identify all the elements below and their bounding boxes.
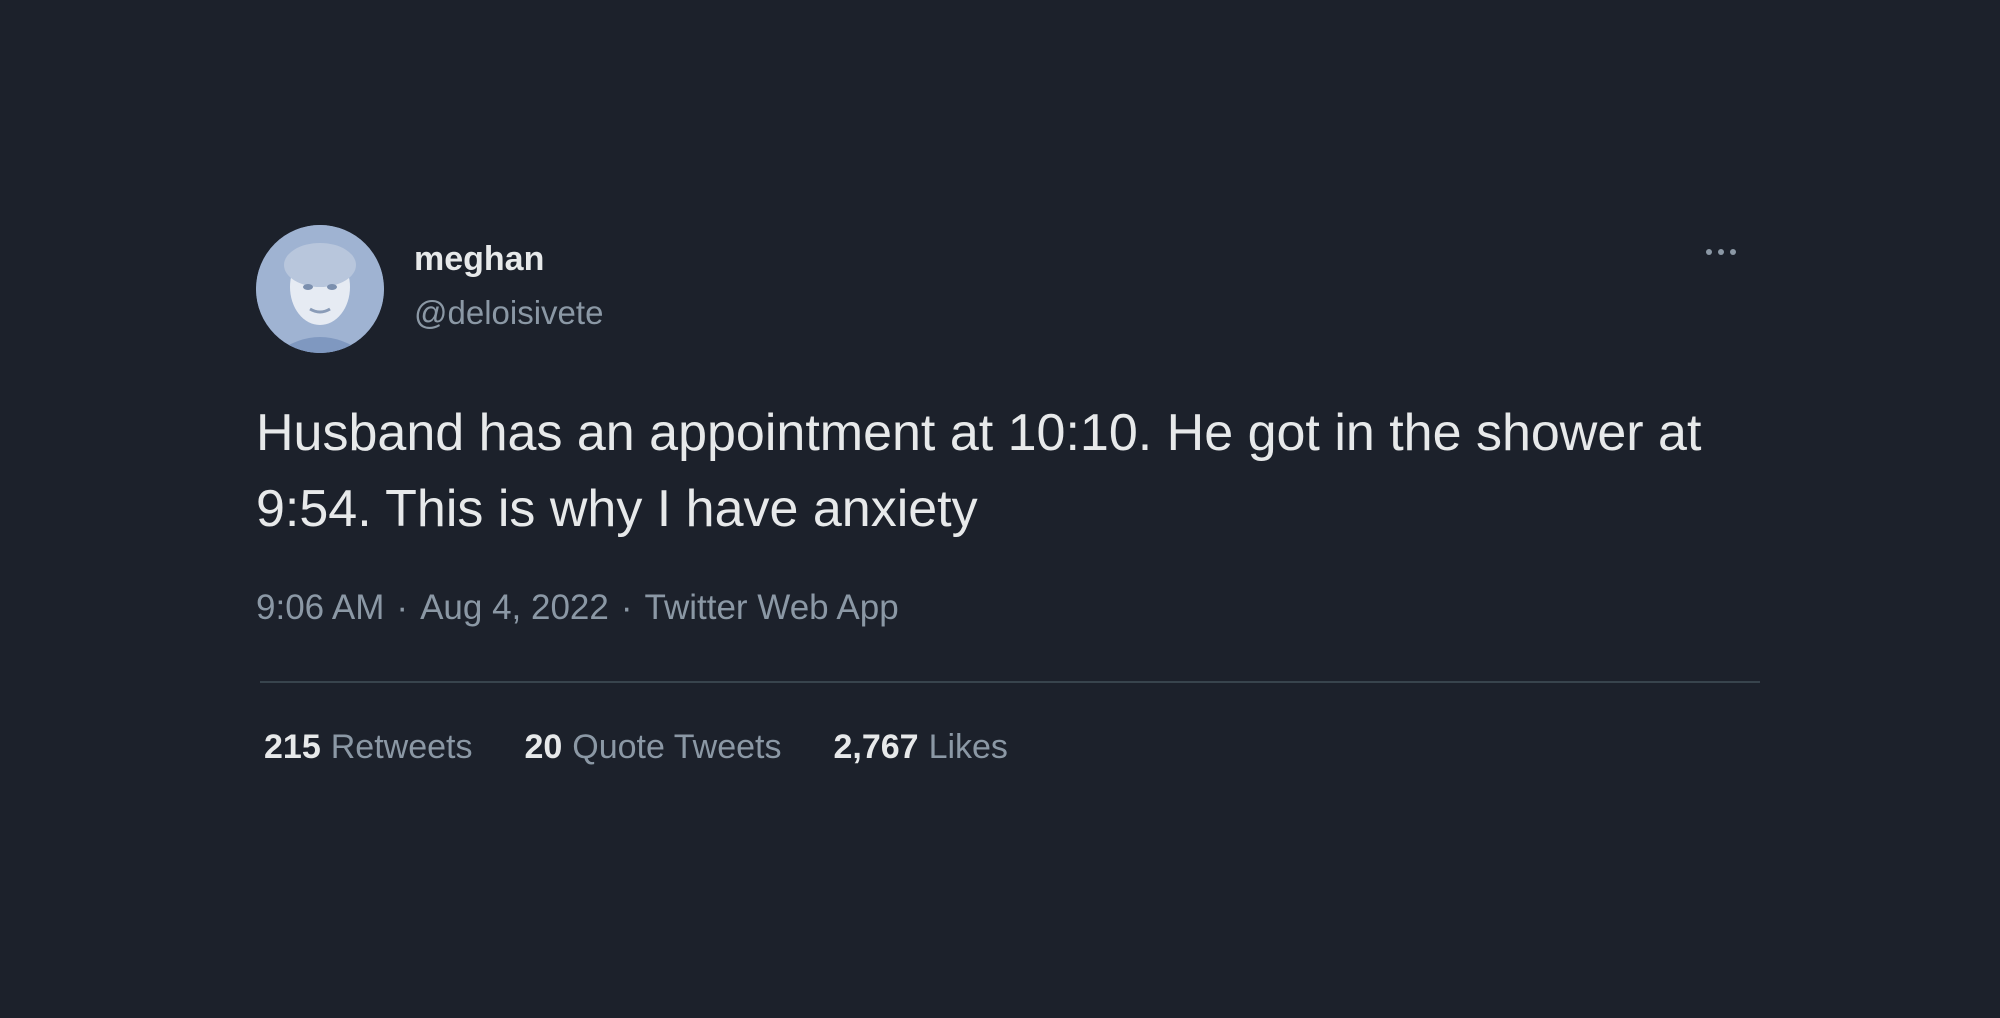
tweet-source[interactable]: Twitter Web App xyxy=(645,588,899,627)
divider xyxy=(260,681,1760,683)
retweets-label: Retweets xyxy=(330,728,473,766)
tweet-meta: 9:06 AM · Aug 4, 2022 · Twitter Web App xyxy=(256,588,899,628)
author-handle[interactable]: @deloisivete xyxy=(414,294,603,332)
retweets-stat[interactable]: 215 Retweets xyxy=(264,728,472,767)
meta-separator: · xyxy=(620,588,633,627)
tweet-date[interactable]: Aug 4, 2022 xyxy=(420,588,609,627)
meta-separator: · xyxy=(396,588,409,627)
retweets-count: 215 xyxy=(264,728,321,766)
tweet-text: Husband has an appointment at 10:10. He … xyxy=(256,404,1702,538)
more-horizontal-icon xyxy=(1706,249,1712,255)
screen: meghan @deloisivete Husband has an appoi… xyxy=(0,0,2000,1018)
tweet-stats: 215 Retweets 20 Quote Tweets 2,767 Likes xyxy=(264,728,1008,767)
author-display-name[interactable]: meghan xyxy=(414,240,544,279)
likes-count: 2,767 xyxy=(833,728,919,766)
avatar[interactable] xyxy=(256,225,384,353)
more-options-button[interactable] xyxy=(1696,242,1746,262)
tweet-card: meghan @deloisivete Husband has an appoi… xyxy=(256,220,1760,790)
likes-label: Likes xyxy=(928,728,1008,766)
more-horizontal-icon-dot xyxy=(1718,249,1724,255)
avatar-image xyxy=(256,225,384,353)
likes-stat[interactable]: 2,767 Likes xyxy=(833,728,1007,767)
more-horizontal-icon-dot xyxy=(1730,249,1736,255)
quote-tweets-stat[interactable]: 20 Quote Tweets xyxy=(524,728,781,767)
quote-tweets-label: Quote Tweets xyxy=(572,728,782,766)
quote-tweets-count: 20 xyxy=(524,728,563,766)
tweet-time[interactable]: 9:06 AM xyxy=(256,588,384,627)
